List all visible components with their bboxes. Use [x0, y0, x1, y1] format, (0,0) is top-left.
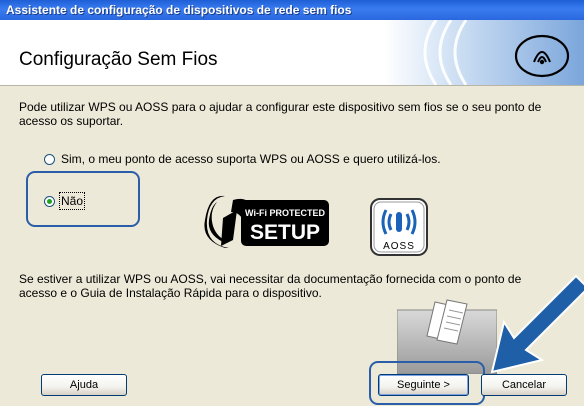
- option-no[interactable]: Não: [44, 192, 86, 210]
- option-no-label: Não: [58, 192, 86, 210]
- wizard-header: Configuração Sem Fios: [0, 20, 584, 86]
- aoss-logo-text: AOSS: [383, 241, 415, 252]
- wireless-signal-icon: [384, 20, 584, 85]
- window-title: Assistente de configuração de dispositiv…: [0, 0, 584, 20]
- aoss-logo: AOSS: [370, 198, 428, 256]
- next-button[interactable]: Seguinte >: [378, 374, 469, 396]
- page-title: Configuração Sem Fios: [19, 49, 218, 70]
- intro-text: Pode utilizar WPS ou AOSS para o ajudar …: [19, 100, 542, 128]
- radio-yes[interactable]: [44, 153, 55, 165]
- wps-logo-top: Wi-Fi PROTECTED: [245, 208, 325, 218]
- option-yes-label: Sim, o meu ponto de acesso suporta WPS o…: [61, 152, 441, 166]
- wps-logo-bottom: SETUP: [250, 221, 320, 244]
- cancel-button[interactable]: Cancelar: [481, 374, 567, 396]
- wizard-content: Pode utilizar WPS ou AOSS para o ajudar …: [0, 86, 584, 406]
- wps-logo: Wi-Fi PROTECTED SETUP: [204, 195, 329, 248]
- wizard-window: Assistente de configuração de dispositiv…: [0, 0, 584, 406]
- help-button[interactable]: Ajuda: [41, 374, 127, 396]
- pointer-arrow: [490, 274, 584, 374]
- radio-no[interactable]: [44, 195, 55, 207]
- option-yes[interactable]: Sim, o meu ponto de acesso suporta WPS o…: [44, 152, 441, 166]
